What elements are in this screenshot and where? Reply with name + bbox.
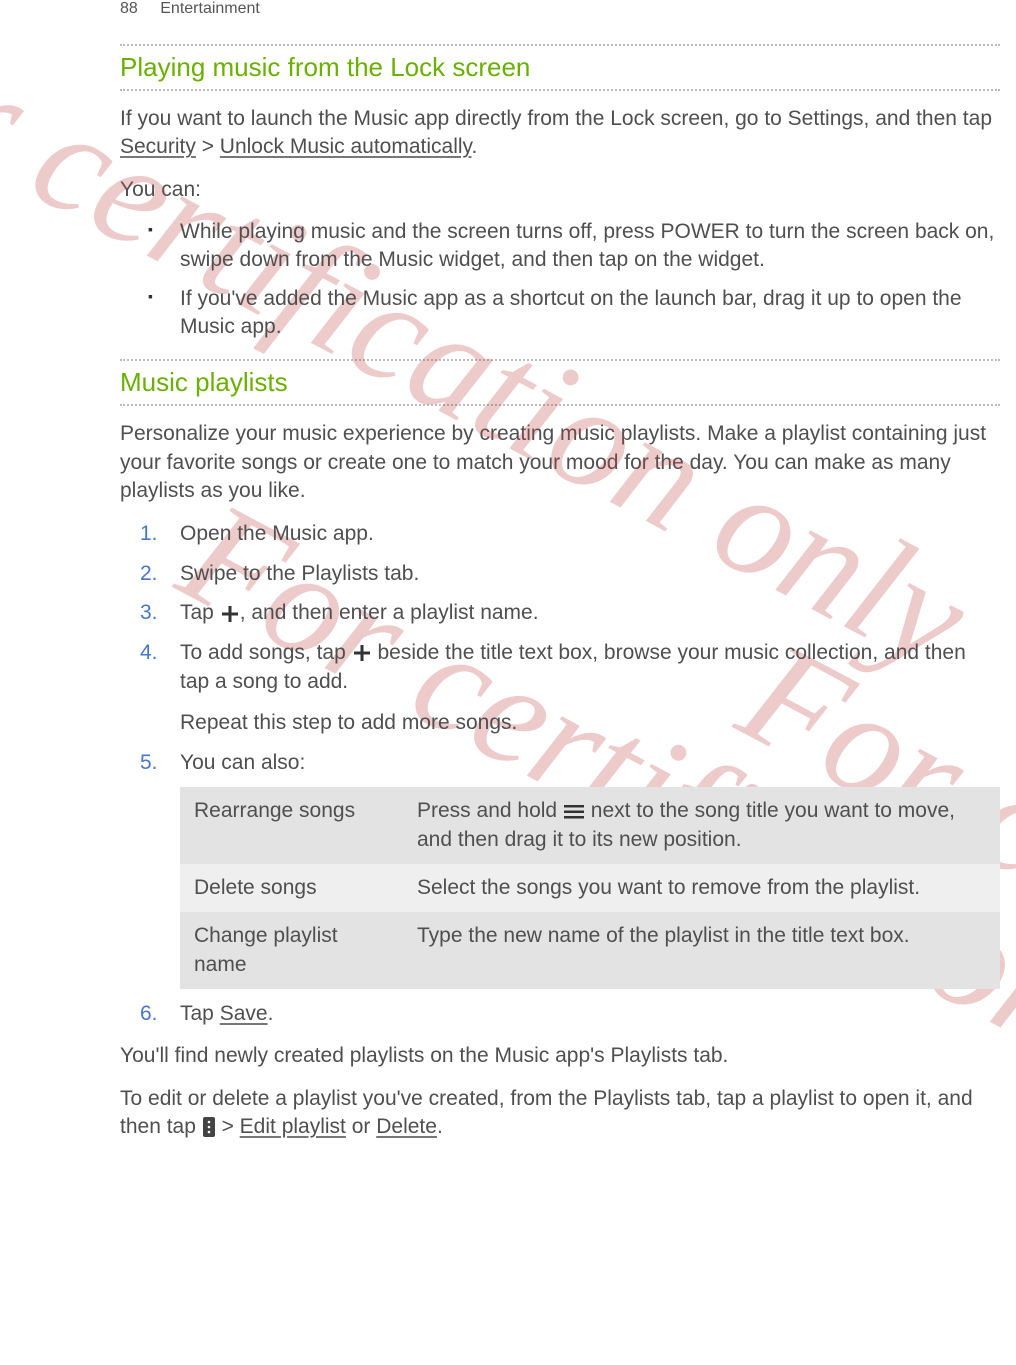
text: .: [472, 135, 478, 158]
step-item: 4. To add songs, tap beside the title te…: [180, 638, 1000, 738]
separator: [120, 404, 1000, 406]
text: If you want to launch the Music app dire…: [120, 107, 992, 130]
separator: [120, 89, 1000, 91]
step-item: 1. Open the Music app.: [180, 519, 1000, 548]
section-heading-lock-screen: Playing music from the Lock screen: [120, 52, 1000, 83]
table-row: Rearrange songs Press and hold next to t…: [180, 787, 1000, 864]
paragraph: To edit or delete a playlist you've crea…: [120, 1085, 1000, 1142]
step-text: Swipe to the Playlists tab.: [180, 562, 419, 585]
text: >: [196, 135, 220, 158]
step-number: 5.: [140, 748, 158, 777]
paragraph: Personalize your music experience by cre…: [120, 420, 1000, 505]
step-item: 5. You can also: Rearrange songs Press a…: [180, 748, 1000, 989]
bullet-item: While playing music and the screen turns…: [180, 218, 1000, 275]
bullet-item: If you've added the Music app as a short…: [180, 285, 1000, 342]
step-number: 2.: [140, 559, 158, 588]
step-number: 4.: [140, 638, 158, 667]
step-number: 1.: [140, 519, 158, 548]
plus-icon: [220, 604, 240, 624]
text: .: [268, 1002, 274, 1025]
paragraph: You'll find newly created playlists on t…: [120, 1042, 1000, 1070]
separator: [120, 359, 1000, 361]
section-heading-playlists: Music playlists: [120, 367, 1000, 398]
step-text: Tap: [180, 1002, 220, 1025]
table-cell-desc: Press and hold next to the song title yo…: [403, 787, 1000, 864]
step-number: 6.: [140, 999, 158, 1028]
step-text: You can also:: [180, 751, 305, 774]
menu-path-unlock-music: Unlock Music automatically: [220, 135, 472, 158]
table-cell-label: Change playlist name: [180, 912, 403, 989]
step-text: , and then enter a playlist name.: [240, 601, 539, 624]
table-cell-desc: Select the songs you want to remove from…: [403, 864, 1000, 912]
action-save: Save: [220, 1002, 268, 1025]
plus-icon: [352, 643, 372, 663]
step-text: To add songs, tap: [180, 641, 352, 664]
table-cell-desc: Type the new name of the playlist in the…: [403, 912, 1000, 989]
overflow-menu-icon: [202, 1116, 216, 1138]
paragraph: You can:: [120, 176, 1000, 204]
page-number: 88: [120, 0, 138, 18]
chapter-title: Entertainment: [160, 0, 260, 17]
page-header: 88 Entertainment: [0, 0, 1016, 38]
paragraph: If you want to launch the Music app dire…: [120, 105, 1000, 162]
drag-handle-icon: [563, 803, 585, 821]
text: or: [346, 1115, 376, 1138]
options-table: Rearrange songs Press and hold next to t…: [180, 787, 1000, 989]
step-item: 3. Tap , and then enter a playlist name.: [180, 598, 1000, 627]
step-text: Open the Music app.: [180, 522, 374, 545]
step-item: 6. Tap Save.: [180, 999, 1000, 1028]
table-row: Delete songs Select the songs you want t…: [180, 864, 1000, 912]
menu-path-security: Security: [120, 135, 196, 158]
text: .: [437, 1115, 443, 1138]
text: >: [216, 1115, 240, 1138]
menu-item-edit-playlist: Edit playlist: [240, 1115, 346, 1138]
step-subtext: Repeat this step to add more songs.: [180, 708, 1000, 737]
step-text: Tap: [180, 601, 220, 624]
table-cell-label: Delete songs: [180, 864, 403, 912]
separator: [120, 44, 1000, 46]
text: Press and hold: [417, 799, 563, 822]
table-cell-label: Rearrange songs: [180, 787, 403, 864]
menu-item-delete: Delete: [376, 1115, 437, 1138]
step-number: 3.: [140, 598, 158, 627]
table-row: Change playlist name Type the new name o…: [180, 912, 1000, 989]
step-item: 2. Swipe to the Playlists tab.: [180, 559, 1000, 588]
